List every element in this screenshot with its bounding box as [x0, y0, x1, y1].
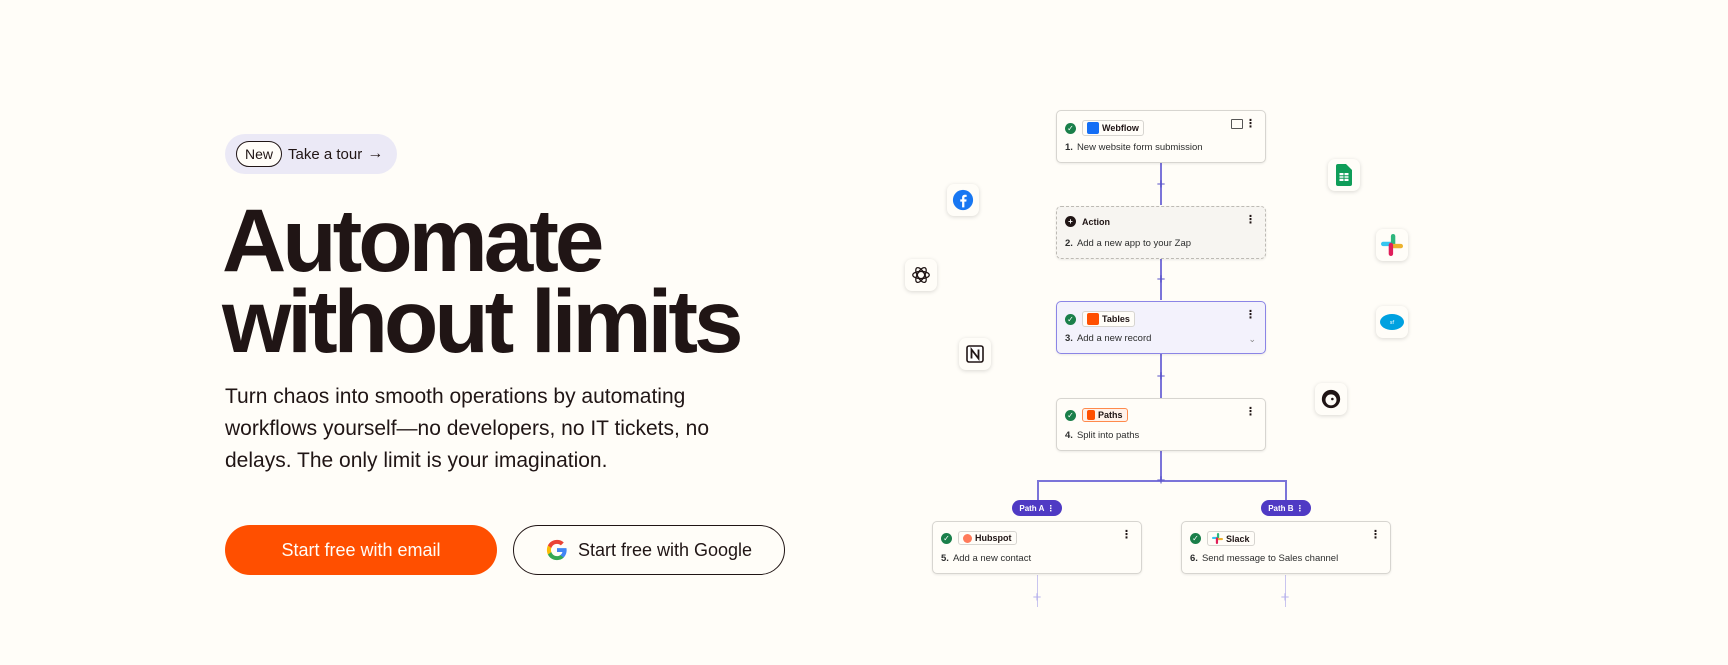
step-card-tables[interactable]: ✓ Tables ⋮ 3. Add a new record ⌄: [1056, 301, 1266, 354]
take-a-tour-link[interactable]: Take a tour: [288, 146, 362, 163]
google-sheets-icon: [1328, 159, 1360, 191]
slack-icon: [1376, 229, 1408, 261]
paths-icon: [1087, 410, 1095, 420]
app-chip: Paths: [1082, 408, 1128, 422]
app-name: Tables: [1102, 314, 1130, 324]
start-free-email-label: Start free with email: [281, 539, 441, 560]
step-text: Send message to Sales channel: [1201, 553, 1339, 564]
notion-icon: [959, 338, 991, 370]
step-card-action[interactable]: + Action ⋮ 2. Add a new app to your Zap: [1056, 206, 1266, 259]
app-name: Slack: [1226, 533, 1250, 544]
more-options-icon[interactable]: ⋮: [1370, 530, 1381, 541]
path-b-label: Path B: [1268, 503, 1294, 513]
path-a-tag[interactable]: Path A ⋮: [1012, 500, 1062, 516]
add-step-icon[interactable]: +: [1154, 473, 1168, 488]
hubspot-icon: [963, 533, 972, 543]
app-chip: Slack: [1207, 531, 1255, 546]
step-number: 5.: [941, 553, 949, 564]
step-number: 2.: [1065, 238, 1073, 249]
step-number: 6.: [1190, 553, 1198, 564]
hero-title-line2: without limits: [222, 271, 744, 371]
check-icon: ✓: [1065, 122, 1076, 134]
more-options-icon[interactable]: ⋮: [1245, 119, 1256, 130]
check-icon: ✓: [1065, 313, 1076, 325]
check-icon: ✓: [941, 532, 952, 544]
step-number: 4.: [1065, 430, 1073, 441]
step-text: Add a new contact: [952, 553, 1032, 564]
plus-circle-icon: +: [1065, 216, 1076, 227]
more-options-icon[interactable]: ⋮: [1296, 504, 1304, 513]
google-icon: [546, 539, 567, 561]
webflow-icon: [1087, 122, 1099, 134]
step-text: Split into paths: [1076, 430, 1140, 441]
more-options-icon[interactable]: ⋮: [1245, 407, 1256, 418]
more-options-icon[interactable]: ⋮: [1245, 215, 1256, 226]
add-step-icon[interactable]: +: [1154, 177, 1168, 192]
openai-icon: [905, 259, 937, 291]
step-card-hubspot[interactable]: ✓ Hubspot ⋮ 5. Add a new contact: [932, 521, 1142, 574]
chevron-down-icon[interactable]: ⌄: [1248, 334, 1256, 345]
facebook-icon: [947, 184, 979, 216]
step-card-paths[interactable]: ✓ Paths ⋮ 4. Split into paths: [1056, 398, 1266, 451]
comment-icon[interactable]: [1231, 119, 1243, 129]
slack-icon: [1212, 533, 1223, 544]
start-free-email-button[interactable]: Start free with email: [225, 525, 497, 575]
app-chip: Webflow: [1082, 120, 1144, 136]
step-number: 3.: [1065, 333, 1073, 344]
new-label: New: [236, 141, 283, 167]
tables-icon: [1087, 313, 1099, 325]
svg-text:sf: sf: [1390, 320, 1395, 326]
more-options-icon[interactable]: ⋮: [1245, 310, 1256, 321]
step-text: New website form submission: [1076, 142, 1203, 153]
step-text: Add a new record: [1076, 333, 1152, 344]
add-step-icon[interactable]: +: [1030, 590, 1044, 605]
salesforce-icon: sf: [1376, 306, 1408, 338]
add-step-icon[interactable]: +: [1278, 590, 1292, 605]
app-name: Paths: [1098, 410, 1123, 420]
hero-subtitle: Turn chaos into smooth operations by aut…: [225, 385, 709, 472]
step-number: 1.: [1065, 142, 1073, 153]
path-a-label: Path A: [1019, 503, 1045, 513]
start-free-google-label: Start free with Google: [577, 539, 753, 560]
hero-title: Automate without limits: [222, 196, 744, 366]
mailchimp-icon: [1315, 383, 1347, 415]
more-options-icon[interactable]: ⋮: [1047, 504, 1055, 513]
app-chip: Tables: [1082, 311, 1135, 327]
app-name: Hubspot: [975, 533, 1012, 543]
path-b-tag[interactable]: Path B ⋮: [1261, 500, 1311, 516]
start-free-google-button[interactable]: Start free with Google: [513, 525, 785, 575]
take-a-tour-badge[interactable]: New Take a tour →: [225, 134, 397, 174]
check-icon: ✓: [1065, 409, 1076, 421]
check-icon: ✓: [1190, 533, 1201, 544]
add-step-icon[interactable]: +: [1154, 272, 1168, 287]
arrow-right-icon: →: [367, 145, 384, 162]
app-chip: Hubspot: [958, 531, 1017, 545]
step-card-slack[interactable]: ✓ Slack ⋮ 6. Send message to Sales channe…: [1181, 521, 1391, 574]
add-step-icon[interactable]: +: [1154, 369, 1168, 384]
step-card-webflow[interactable]: ✓ Webflow ⋮ 1. New website form submissio…: [1056, 110, 1266, 163]
app-name: Action: [1082, 216, 1110, 227]
more-options-icon[interactable]: ⋮: [1121, 530, 1132, 541]
step-text: Add a new app to your Zap: [1076, 238, 1192, 249]
app-name: Webflow: [1102, 123, 1139, 133]
